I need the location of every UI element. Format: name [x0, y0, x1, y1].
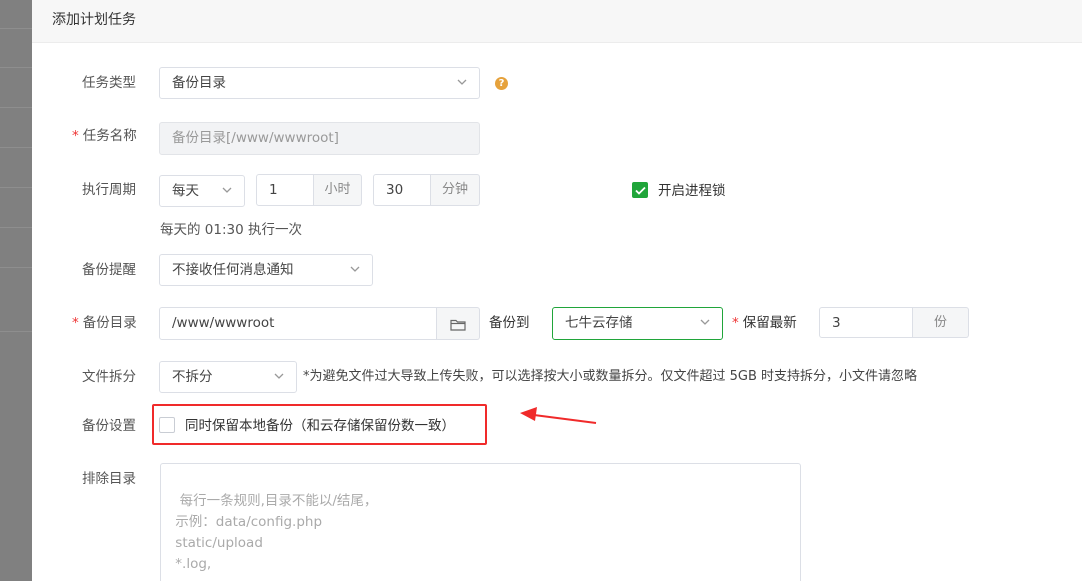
period-label: 执行周期 — [82, 182, 136, 198]
period-value: 每天 — [172, 183, 199, 199]
period-select[interactable]: 每天 — [159, 175, 245, 207]
task-name-placeholder: 备份目录[/www/wwwroot] — [172, 130, 339, 146]
chevron-down-icon — [350, 255, 360, 285]
process-lock-label[interactable]: 开启进程锁 — [658, 181, 726, 201]
exclude-textarea[interactable]: 每行一条规则,目录不能以/结尾， 示例：data/config.php stat… — [160, 463, 801, 581]
hour-value: 1 — [269, 182, 278, 198]
chevron-down-icon — [274, 362, 284, 392]
minute-value: 30 — [386, 182, 404, 198]
task-type-select[interactable]: 备份目录 — [159, 67, 480, 99]
keep-count-value: 3 — [832, 315, 841, 331]
backdrop — [0, 0, 32, 581]
keep-label: * 保留最新 — [732, 315, 797, 331]
notify-value: 不接收任何消息通知 — [172, 262, 294, 278]
notify-label: 备份提醒 — [82, 262, 136, 278]
period-summary: 每天的 01:30 执行一次 — [160, 222, 302, 238]
folder-icon — [450, 319, 466, 331]
folder-button[interactable] — [437, 307, 480, 340]
minute-unit: 分钟 — [431, 174, 480, 206]
notify-select[interactable]: 不接收任何消息通知 — [159, 254, 373, 286]
chevron-down-icon — [700, 308, 710, 338]
storage-select[interactable]: 七牛云存储 — [552, 307, 723, 340]
task-name-label: * 任务名称 — [72, 128, 137, 144]
split-note: *为避免文件过大导致上传失败，可以选择按大小或数量拆分。仅文件超过 5GB 时支… — [303, 369, 918, 384]
storage-value: 七牛云存储 — [565, 315, 633, 331]
backup-dir-input[interactable]: /www/wwwroot — [159, 307, 437, 340]
process-lock-checkbox[interactable] — [632, 182, 648, 198]
hour-unit: 小时 — [314, 174, 362, 206]
backup-dir-value: /www/wwwroot — [172, 315, 275, 331]
backup-dir-label: * 备份目录 — [72, 315, 137, 331]
task-name-input[interactable]: 备份目录[/www/wwwroot] — [159, 122, 480, 155]
backup-to-label: 备份到 — [489, 315, 530, 331]
chevron-down-icon — [222, 176, 232, 206]
chevron-down-icon — [457, 68, 467, 98]
dialog-title: 添加计划任务 — [32, 0, 1082, 43]
keep-unit: 份 — [913, 307, 969, 338]
task-type-value: 备份目录 — [172, 75, 226, 91]
task-type-label: 任务类型 — [82, 75, 136, 91]
hour-input[interactable]: 1 — [256, 174, 314, 206]
split-label: 文件拆分 — [82, 369, 136, 385]
split-select[interactable]: 不拆分 — [159, 361, 297, 393]
split-value: 不拆分 — [172, 369, 213, 385]
minute-input[interactable]: 30 — [373, 174, 431, 206]
highlight-box — [152, 404, 487, 445]
help-icon[interactable]: ? — [495, 77, 508, 90]
exclude-label: 排除目录 — [82, 471, 136, 487]
keep-count-input[interactable]: 3 — [819, 307, 913, 338]
arrow-annotation — [520, 407, 597, 424]
exclude-placeholder: 每行一条规则,目录不能以/结尾， 示例：data/config.php stat… — [175, 493, 378, 572]
check-icon — [635, 186, 646, 195]
backup-settings-label: 备份设置 — [82, 418, 136, 434]
